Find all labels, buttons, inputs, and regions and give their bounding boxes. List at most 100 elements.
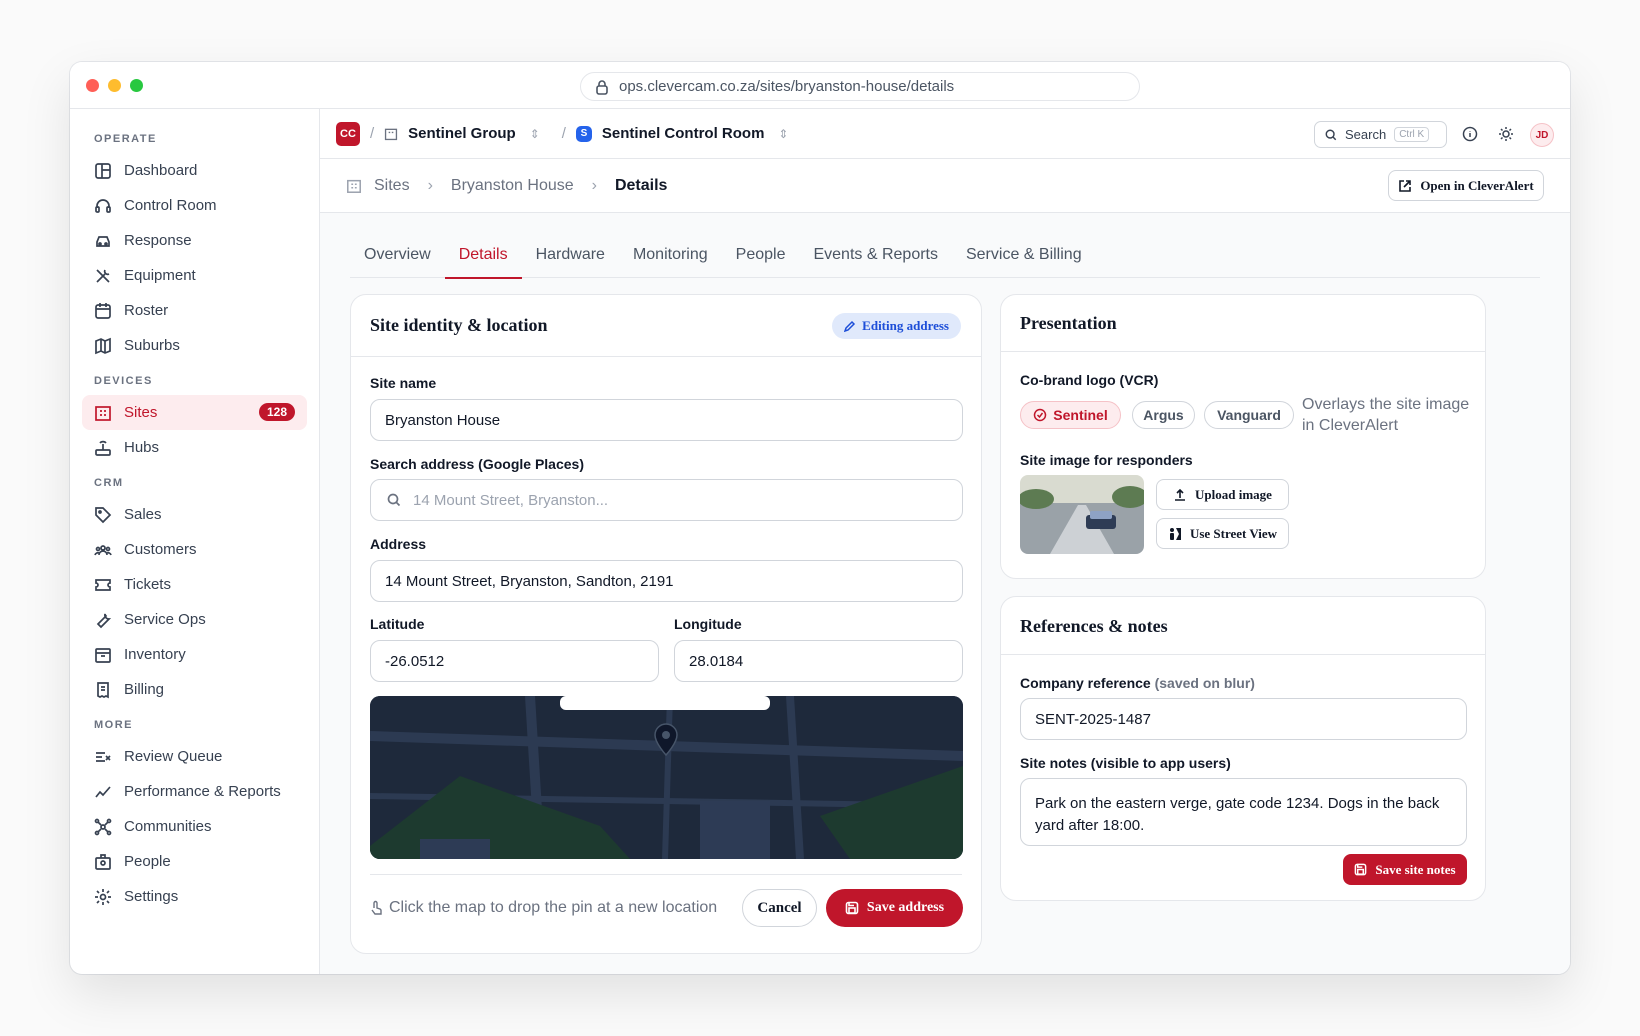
sidebar-item-sites[interactable]: Sites 128 [82, 395, 307, 430]
tab-details[interactable]: Details [444, 241, 522, 279]
close-dot[interactable] [86, 79, 99, 92]
org-switcher[interactable]: Sentinel Group [408, 125, 516, 142]
divider [351, 356, 981, 357]
gear-icon [95, 888, 111, 905]
search-address-input[interactable]: 14 Mount Street, Bryanston... [370, 479, 963, 521]
sidebar-item-customers[interactable]: Customers [82, 532, 307, 567]
location-map[interactable] [370, 696, 963, 859]
app-logo[interactable]: CC [336, 121, 360, 146]
sidebar-item-label: Suburbs [124, 337, 180, 354]
site-name-label: Site name [370, 375, 437, 391]
sidebar-item-tickets[interactable]: Tickets [82, 567, 307, 602]
save-notes-label: Save site notes [1375, 861, 1456, 877]
map-hint-text: Click the map to drop the pin at a new l… [389, 899, 718, 916]
street-view-label: Use Street View [1189, 525, 1278, 541]
sun-icon[interactable] [1498, 126, 1514, 142]
breadcrumb-current: Details [614, 176, 668, 194]
sidebar-item-label: Settings [124, 888, 179, 905]
tab-monitoring[interactable]: Monitoring [619, 241, 722, 278]
building-icon [385, 128, 398, 140]
chevron-updown-icon[interactable]: ⇕ [778, 127, 788, 141]
tab-events-reports[interactable]: Events & Reports [799, 241, 952, 278]
sidebar-item-label: Sites [124, 404, 158, 421]
sidebar: OPERATE Dashboard Control Room Response … [70, 109, 320, 974]
sidebar-item-billing[interactable]: Billing [82, 672, 307, 707]
sidebar-item-review-queue[interactable]: Review Queue [82, 739, 307, 774]
sidebar-item-inventory[interactable]: Inventory [82, 637, 307, 672]
headset-icon [95, 198, 111, 213]
sidebar-item-hubs[interactable]: Hubs [82, 430, 307, 465]
sidebar-item-service-ops[interactable]: Service Ops [82, 602, 307, 637]
sidebar-item-label: Hubs [124, 439, 160, 456]
save-site-notes-button[interactable]: Save site notes [1343, 854, 1467, 885]
room-switcher[interactable]: Sentinel Control Room [602, 125, 765, 142]
receipt-icon [97, 681, 109, 698]
breadcrumb-site[interactable]: Bryanston House [451, 177, 574, 195]
search-button[interactable]: Search Ctrl K [1314, 121, 1447, 148]
avatar[interactable]: JD [1530, 123, 1554, 147]
sidebar-item-control-room[interactable]: Control Room [82, 188, 307, 223]
section-more: MORE [94, 719, 133, 731]
street-view-button[interactable]: Use Street View [1156, 518, 1289, 549]
tab-people[interactable]: People [722, 241, 800, 278]
minimize-dot[interactable] [108, 79, 121, 92]
sidebar-item-label: Response [124, 232, 192, 249]
save-address-button[interactable]: Save address [826, 889, 963, 927]
tab-service-billing[interactable]: Service & Billing [952, 241, 1096, 278]
sidebar-item-settings[interactable]: Settings [82, 879, 307, 914]
breadcrumb-sites[interactable]: Sites [374, 177, 410, 195]
cancel-button[interactable]: Cancel [742, 889, 817, 927]
search-label: Search [1345, 127, 1387, 142]
id-badge-icon [95, 853, 111, 870]
building-icon [347, 179, 361, 193]
longitude-label: Longitude [674, 616, 742, 632]
url-bar[interactable]: ops.clevercam.co.za/sites/bryanston-hous… [580, 72, 1140, 101]
tab-hardware[interactable]: Hardware [522, 241, 619, 278]
router-icon [95, 440, 111, 456]
tab-overview[interactable]: Overview [350, 241, 445, 278]
upload-image-button[interactable]: Upload image [1156, 479, 1289, 510]
network-icon [94, 818, 112, 835]
sidebar-item-label: Tickets [124, 576, 171, 593]
browser-chrome: ops.clevercam.co.za/sites/bryanston-hous… [70, 62, 1570, 109]
sidebar-item-sales[interactable]: Sales [82, 497, 307, 532]
sidebar-item-label: Review Queue [124, 748, 223, 765]
chevron-right-icon: › [427, 176, 433, 194]
wrench-icon [96, 613, 112, 628]
sidebar-item-people[interactable]: People [82, 844, 307, 879]
brand-sentinel[interactable]: Sentinel [1020, 401, 1121, 429]
longitude-field[interactable]: 28.0184 [674, 640, 963, 682]
site-image-label: Site image for responders [1020, 452, 1193, 468]
sidebar-item-performance[interactable]: Performance & Reports [82, 774, 307, 809]
sidebar-item-equipment[interactable]: Equipment [82, 258, 307, 293]
car-icon [96, 235, 110, 247]
chevron-right-icon: › [591, 176, 597, 194]
section-devices: DEVICES [94, 375, 153, 387]
sidebar-item-label: Service Ops [124, 611, 206, 628]
open-in-clever-alert-button[interactable]: Open in CleverAlert [1388, 170, 1544, 201]
presentation-card: Presentation Co-brand logo (VCR) Sentine… [1000, 294, 1486, 579]
pointer-icon [371, 900, 382, 915]
upload-icon [1175, 488, 1186, 501]
trend-icon [95, 785, 111, 798]
latitude-label: Latitude [370, 616, 425, 632]
latitude-field[interactable]: -26.0512 [370, 640, 659, 682]
site-name-field[interactable]: Bryanston House [370, 399, 963, 441]
info-icon[interactable] [1462, 126, 1478, 142]
sidebar-item-roster[interactable]: Roster [82, 293, 307, 328]
card-title: References & notes [1020, 616, 1168, 636]
card-title: Site identity & location [370, 315, 548, 335]
address-field[interactable]: 14 Mount Street, Bryanston, Sandton, 219… [370, 560, 963, 602]
chevron-updown-icon[interactable]: ⇕ [530, 127, 540, 141]
brand-vanguard[interactable]: Vanguard [1204, 401, 1294, 429]
calendar-icon [95, 302, 111, 319]
maximize-dot[interactable] [130, 79, 143, 92]
brand-argus[interactable]: Argus [1132, 401, 1195, 429]
company-ref-field[interactable]: SENT-2025-1487 [1020, 698, 1467, 740]
sidebar-item-dashboard[interactable]: Dashboard [82, 153, 307, 188]
sidebar-item-suburbs[interactable]: Suburbs [82, 328, 307, 363]
sidebar-item-response[interactable]: Response [82, 223, 307, 258]
sidebar-item-communities[interactable]: Communities [82, 809, 307, 844]
map-canvas [370, 696, 963, 859]
site-notes-field[interactable]: Park on the eastern verge, gate code 123… [1020, 778, 1467, 846]
